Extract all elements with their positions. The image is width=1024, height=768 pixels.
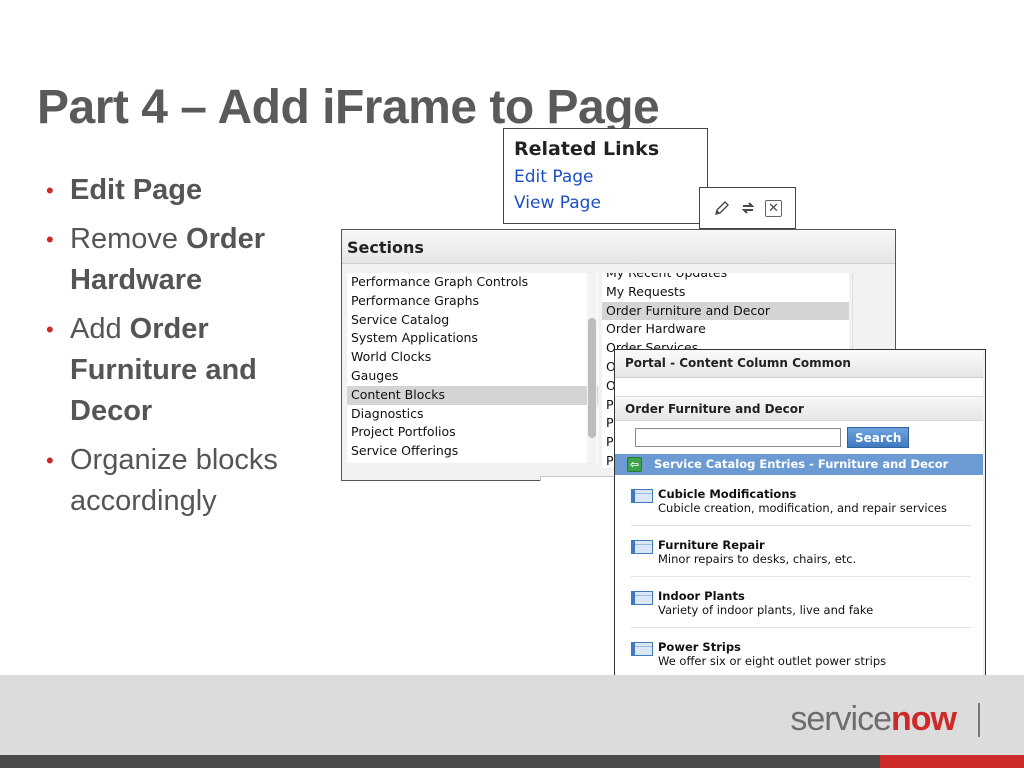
list-item-selected[interactable]: Content Blocks — [347, 385, 598, 405]
list-item[interactable]: World Clocks — [347, 348, 598, 367]
list-item[interactable]: Performance Graphs — [347, 292, 598, 311]
view-page-link[interactable]: View Page — [504, 190, 707, 216]
scrollbar-thumb[interactable] — [588, 318, 596, 438]
list-item[interactable]: Diagnostics — [347, 405, 598, 424]
list-item[interactable]: Order Hardware — [602, 320, 849, 339]
catalog-item[interactable]: Power Strips We offer six or eight outle… — [631, 628, 971, 679]
catalog-item-title[interactable]: Power Strips — [658, 640, 886, 654]
catalog-item-desc: We offer six or eight outlet power strip… — [658, 654, 887, 668]
bullet-dot-icon: • — [46, 448, 54, 473]
bullet-dot-icon: • — [46, 178, 54, 203]
bullet-text: Organize blocks accordingly — [70, 444, 286, 517]
bullet-item: • Edit Page — [46, 170, 336, 211]
bullet-text-bold: Edit Page — [70, 174, 203, 206]
search-input[interactable] — [635, 427, 841, 447]
list-item[interactable]: Service Offerings — [347, 442, 598, 461]
close-icon[interactable]: ✕ — [765, 199, 782, 217]
bottom-bar-red — [880, 755, 1024, 768]
edit-page-link[interactable]: Edit Page — [504, 164, 707, 190]
catalog-item-desc: Cubicle creation, modification, and repa… — [658, 501, 947, 515]
bullet-text: Add — [70, 313, 130, 345]
catalog-item[interactable]: Furniture Repair Minor repairs to desks,… — [631, 526, 971, 577]
catalog-item-icon — [631, 591, 653, 605]
bullet-text: Remove — [70, 223, 187, 255]
portal-content-panel: Portal - Content Column Common Order Fur… — [614, 349, 986, 692]
search-button[interactable]: Search — [847, 426, 910, 448]
search-row: Search — [635, 426, 985, 448]
list-item[interactable]: Performance Graph Controls — [347, 273, 598, 292]
sections-header: Sections — [342, 230, 895, 264]
back-arrow-icon[interactable]: ⇦ — [627, 457, 642, 472]
list-item-selected[interactable]: Order Furniture and Decor — [602, 301, 849, 321]
category-title: Service Catalog Entries - Furniture and … — [654, 457, 949, 471]
sections-bottom-control — [540, 476, 620, 481]
category-header: ⇦ Service Catalog Entries - Furniture an… — [615, 454, 985, 475]
catalog-item-list: Cubicle Modifications Cubicle creation, … — [615, 475, 985, 679]
portal-subtitle: Order Furniture and Decor — [615, 396, 985, 421]
list-item[interactable]: My Recent Updates — [602, 273, 849, 283]
catalog-item-title[interactable]: Indoor Plants — [658, 589, 873, 603]
list-item[interactable]: Project Portfolios — [347, 423, 598, 442]
logo-now-text: now — [891, 700, 957, 738]
logo-divider — [978, 703, 980, 737]
catalog-item-icon — [631, 642, 653, 656]
available-sections-list[interactable]: Performance Graph Controls Performance G… — [347, 273, 598, 463]
left-list-scrollbar[interactable] — [587, 273, 597, 463]
catalog-item-title[interactable]: Cubicle Modifications — [658, 487, 947, 501]
pencil-icon[interactable] — [713, 199, 731, 217]
catalog-item-text: Power Strips We offer six or eight outle… — [658, 640, 886, 678]
bottom-bar-dark — [0, 755, 880, 768]
logo-service-text: service — [790, 700, 892, 738]
bullet-item: • Organize blocks accordingly — [46, 440, 336, 522]
servicenow-logo: servicenow — [790, 700, 957, 739]
portal-title: Portal - Content Column Common — [615, 350, 985, 378]
portal-edge — [983, 350, 985, 691]
list-item[interactable]: Service Catalog — [347, 311, 598, 330]
bullet-dot-icon: • — [46, 317, 54, 342]
related-links-title: Related Links — [514, 138, 660, 160]
list-item[interactable]: My Requests — [602, 283, 849, 302]
catalog-item-icon — [631, 540, 653, 554]
bullet-list: • Edit Page • Remove Order Hardware • Add O… — [46, 170, 336, 530]
bullet-dot-icon: • — [46, 227, 54, 252]
catalog-item-title[interactable]: Furniture Repair — [658, 538, 856, 552]
catalog-item-desc: Variety of indoor plants, live and fake — [658, 603, 874, 617]
catalog-item-text: Cubicle Modifications Cubicle creation, … — [658, 487, 947, 525]
catalog-item-text: Indoor Plants Variety of indoor plants, … — [658, 589, 873, 627]
related-links-panel: Related Links Edit Page View Page — [503, 128, 708, 224]
list-item[interactable]: System Applications — [347, 329, 598, 348]
catalog-item-text: Furniture Repair Minor repairs to desks,… — [658, 538, 856, 576]
block-toolbar: ✕ — [699, 187, 796, 229]
bullet-item: • Remove Order Hardware — [46, 219, 336, 301]
slide-title: Part 4 – Add iFrame to Page — [37, 81, 660, 134]
bullet-item: • Add Order Furniture and Decor — [46, 309, 336, 432]
catalog-item[interactable]: Cubicle Modifications Cubicle creation, … — [631, 475, 971, 526]
catalog-item[interactable]: Indoor Plants Variety of indoor plants, … — [631, 577, 971, 628]
list-item[interactable]: Gauges — [347, 367, 598, 386]
refresh-icon[interactable] — [739, 199, 757, 217]
catalog-item-icon — [631, 489, 653, 503]
catalog-item-desc: Minor repairs to desks, chairs, etc. — [658, 552, 857, 566]
